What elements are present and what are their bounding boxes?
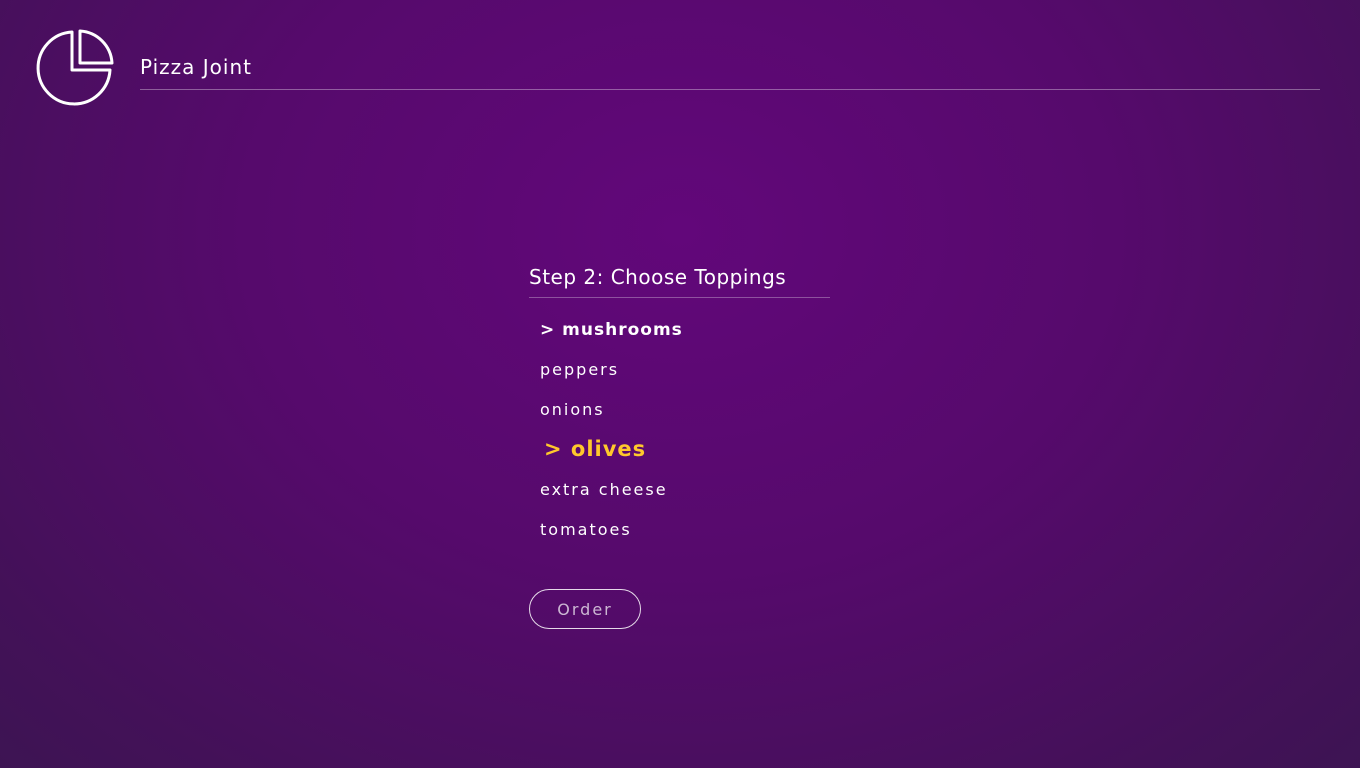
topping-tomatoes[interactable]: tomatoes bbox=[540, 520, 632, 539]
topping-extra-cheese[interactable]: extra cheese bbox=[540, 480, 668, 499]
topping-mushrooms[interactable]: > mushrooms bbox=[540, 320, 683, 340]
site-title: Pizza Joint bbox=[140, 55, 252, 79]
order-button[interactable]: Order bbox=[529, 589, 641, 629]
pie-chart-icon bbox=[36, 28, 116, 108]
toppings-step-panel: Step 2: Choose Toppings > mushrooms pepp… bbox=[529, 264, 830, 629]
header-divider bbox=[140, 89, 1320, 90]
topping-onions[interactable]: onions bbox=[540, 400, 605, 419]
topping-olives[interactable]: > olives bbox=[544, 437, 646, 461]
topping-peppers[interactable]: peppers bbox=[540, 360, 619, 379]
step-title: Step 2: Choose Toppings bbox=[529, 264, 830, 298]
